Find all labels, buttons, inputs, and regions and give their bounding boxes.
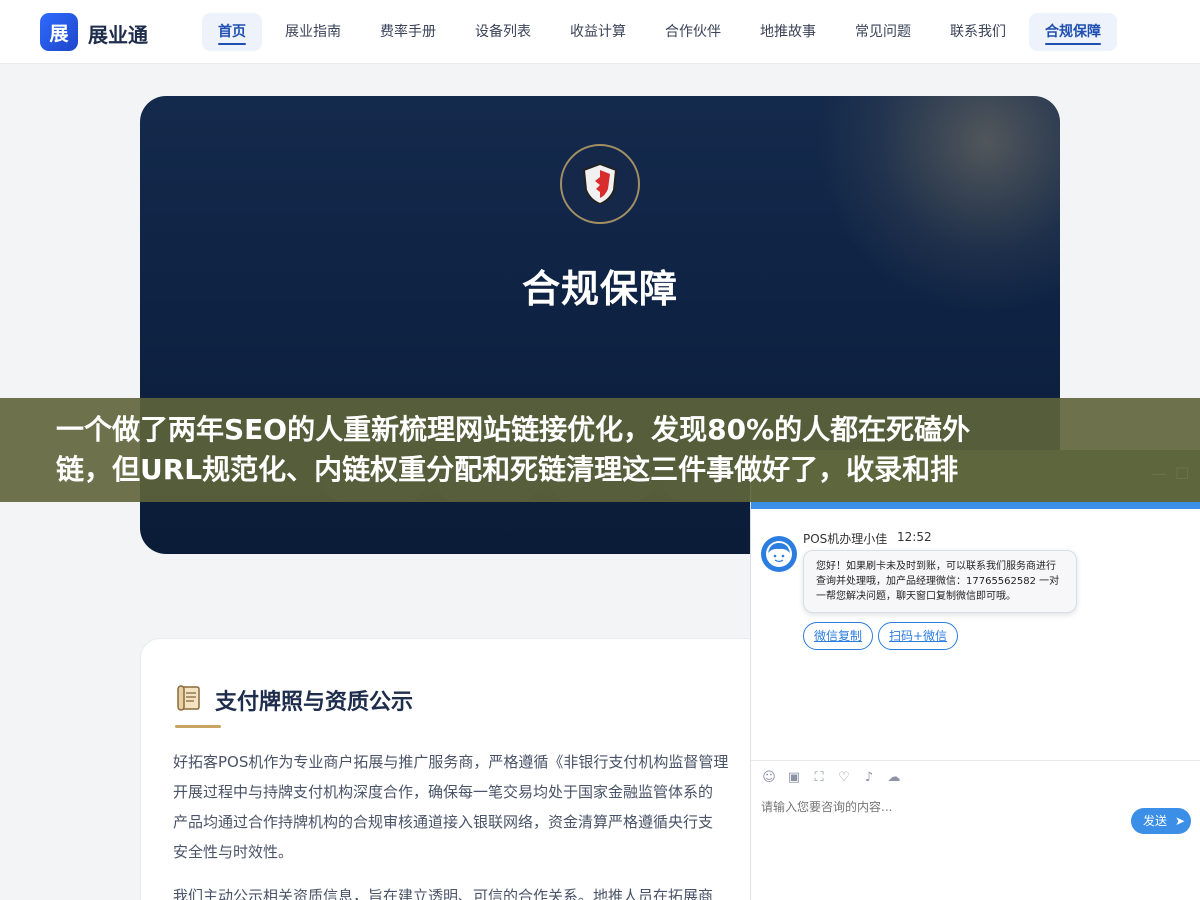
shield-icon: [560, 144, 640, 224]
chat-accent-strip: [751, 502, 1200, 509]
section-title: 支付牌照与资质公示: [215, 690, 414, 715]
nav-item-rates[interactable]: 费率手册: [364, 13, 452, 51]
send-button[interactable]: 发送 ➤: [1131, 808, 1191, 834]
chat-divider: [751, 760, 1200, 761]
brand-name[interactable]: 展业通: [88, 19, 148, 48]
nav-item-contact[interactable]: 联系我们: [934, 13, 1022, 51]
nav-item-stories[interactable]: 地推故事: [744, 13, 832, 51]
nav-item-guide[interactable]: 展业指南: [269, 13, 357, 51]
nav-item-faq[interactable]: 常见问题: [839, 13, 927, 51]
logo-icon[interactable]: 展: [40, 13, 78, 51]
chat-toolbar: ☺ ▣ ⛶ ♡ ♪ ☁: [761, 770, 911, 786]
logo-char: 展: [49, 22, 69, 45]
nav-item-compliance[interactable]: 合规保障: [1029, 13, 1117, 51]
title-underline: [175, 725, 221, 728]
message-bubble: 您好！如果刷卡未及时到账，可以联系我们服务商进行查询并处理哦，加产品经理微信：1…: [803, 550, 1077, 613]
copy-wechat-button[interactable]: 微信复制: [803, 622, 874, 650]
message-time: 12:52: [897, 530, 932, 544]
scan-wechat-button[interactable]: 扫码+微信: [878, 622, 959, 650]
banner-line-2: 链，但URL规范化、内链权重分配和死链清理这三件事做好了，收录和排: [56, 453, 959, 486]
nav-item-partners[interactable]: 合作伙伴: [649, 13, 737, 51]
emoji-icon[interactable]: ☺: [761, 770, 777, 786]
nav-item-home[interactable]: 首页: [202, 13, 262, 51]
image-icon[interactable]: ▣: [786, 770, 802, 786]
agent-name: POS机办理小佳: [803, 532, 888, 546]
hero-title: 合规保障: [521, 267, 678, 311]
chat-input[interactable]: [761, 800, 1061, 814]
seo-banner: 一个做了两年SEO的人重新梳理网站链接优化，发现80%的人都在死磕外 链，但UR…: [0, 398, 1200, 502]
rating-icon[interactable]: ♡: [836, 770, 852, 786]
top-header: 展 展业通 首页 展业指南 费率手册 设备列表 收益计算 合作伙伴 地推故事 常…: [0, 0, 1200, 64]
nav-item-calculator[interactable]: 收益计算: [554, 13, 642, 51]
send-label: 发送: [1143, 814, 1168, 828]
chat-widget: — ☐ POS机办理小佳 12:52 您好！如果刷卡未及时到账，可以联系我们服务…: [750, 450, 1200, 900]
agent-avatar: [761, 536, 797, 572]
main-nav: 首页 展业指南 费率手册 设备列表 收益计算 合作伙伴 地推故事 常见问题 联系…: [202, 13, 1124, 51]
screenshot-icon[interactable]: ⛶: [811, 770, 827, 786]
nav-item-devices[interactable]: 设备列表: [459, 13, 547, 51]
wechat-icon[interactable]: ☁: [886, 770, 902, 786]
section-header: 支付牌照与资质公示: [175, 683, 413, 717]
sound-icon[interactable]: ♪: [861, 770, 877, 786]
scroll-icon: [175, 683, 205, 717]
send-arrow-icon: ➤: [1174, 814, 1185, 828]
banner-line-1: 一个做了两年SEO的人重新梳理网站链接优化，发现80%的人都在死磕外: [56, 413, 971, 446]
